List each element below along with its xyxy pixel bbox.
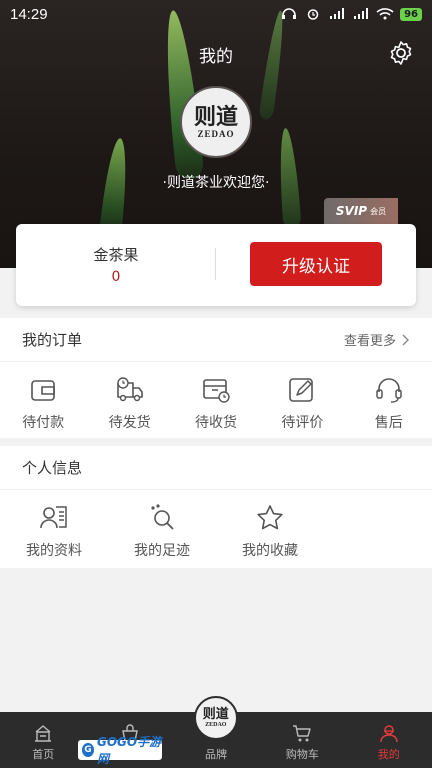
tab-cart[interactable]: 购物车 (259, 712, 345, 768)
settings-gear-icon[interactable] (388, 40, 414, 66)
order-pending-receipt-label: 待收货 (194, 415, 237, 431)
my-favorites[interactable]: 我的收藏 (216, 490, 324, 560)
footprint-search-icon (151, 504, 174, 530)
gold-tea-fruit[interactable]: 金茶果 0 (16, 224, 216, 306)
alarm-icon (307, 9, 319, 20)
svip-label: SVIP (335, 204, 368, 218)
status-bar: 14:29 96 (0, 0, 432, 28)
orders-section: 我的订单 查看更多 待付款 待发货 待收货 待评价 售后 (0, 318, 432, 438)
chevron-right-icon (402, 334, 409, 345)
my-profile-label: 我的资料 (26, 543, 82, 559)
gold-tea-fruit-label: 金茶果 (93, 246, 139, 264)
view-more-label: 查看更多 (343, 334, 396, 349)
divider (215, 248, 216, 280)
page-title: 我的 (199, 47, 233, 67)
cart-icon (293, 725, 312, 742)
bottom-tab-bar: 首页 分类 则道 ZEDAO 品牌 购物车 我的 (0, 696, 432, 768)
logo-text: 则道 (193, 104, 238, 130)
home-icon (35, 725, 52, 742)
brand-logo-text: 则道 (202, 707, 229, 722)
tab-brand-label: 品牌 (204, 748, 227, 761)
signal-icon (354, 8, 369, 19)
tab-brand[interactable]: 则道 ZEDAO 品牌 (173, 696, 259, 768)
tab-mine[interactable]: 我的 (346, 712, 432, 768)
watermark-logo: G GOGO手游网 (78, 735, 162, 766)
battery-level: 96 (400, 7, 422, 21)
order-pending-shipment[interactable]: 待发货 (86, 362, 172, 432)
my-favorites-label: 我的收藏 (242, 543, 298, 559)
watermark-text: GOGO手游网 (96, 735, 162, 766)
my-footprints[interactable]: 我的足迹 (108, 490, 216, 560)
box-clock-icon (203, 379, 230, 403)
tab-cart-label: 购物车 (285, 748, 319, 761)
status-time: 14:29 (10, 5, 48, 23)
wallet-icon (31, 380, 55, 401)
svip-sub-label: 会员 (370, 206, 387, 216)
svip-badge[interactable]: SVIP 会员 (324, 198, 398, 224)
wifi-icon (376, 8, 394, 20)
order-after-sales-label: 售后 (374, 415, 403, 431)
personal-info-section: 个人信息 我的资料 我的足迹 我的收藏 (0, 446, 432, 568)
brand-logo: 则道 ZEDAO (193, 696, 238, 740)
order-pending-shipment-label: 待发货 (108, 415, 151, 431)
gold-tea-fruit-value: 0 (111, 269, 121, 285)
brand-logo-subtext: ZEDAO (205, 722, 227, 728)
order-pending-payment-label: 待付款 (22, 415, 65, 431)
edit-icon (289, 378, 314, 402)
logo-subtext: ZEDAO (197, 129, 235, 139)
upgrade-certification-button[interactable]: 升级认证 (250, 242, 382, 286)
tab-home[interactable]: 首页 (0, 712, 86, 768)
headphone-icon (282, 8, 297, 19)
truck-clock-icon (116, 377, 143, 402)
order-after-sales[interactable]: 售后 (346, 362, 432, 432)
headset-icon (376, 378, 402, 403)
order-pending-review[interactable]: 待评价 (259, 362, 345, 432)
orders-title: 我的订单 (22, 331, 83, 349)
welcome-text: ·则道茶业欢迎您· (162, 175, 270, 191)
tab-mine-label: 我的 (377, 748, 400, 761)
personal-info-title: 个人信息 (22, 459, 83, 477)
watermark-icon: G (82, 743, 94, 757)
my-profile[interactable]: 我的资料 (0, 490, 108, 560)
signal-icon (330, 8, 345, 19)
profile-card-icon (40, 506, 67, 529)
view-more-link[interactable]: 查看更多 (344, 330, 410, 349)
tab-home-label: 首页 (32, 748, 55, 761)
my-footprints-label: 我的足迹 (134, 543, 190, 559)
star-icon (257, 505, 283, 530)
member-card: 金茶果 0 升级认证 (16, 224, 416, 306)
order-pending-review-label: 待评价 (281, 415, 324, 431)
avatar[interactable]: 则道 ZEDAO (180, 86, 252, 158)
order-pending-payment[interactable]: 待付款 (0, 362, 86, 432)
order-pending-receipt[interactable]: 待收货 (173, 362, 259, 432)
user-icon (380, 725, 398, 743)
